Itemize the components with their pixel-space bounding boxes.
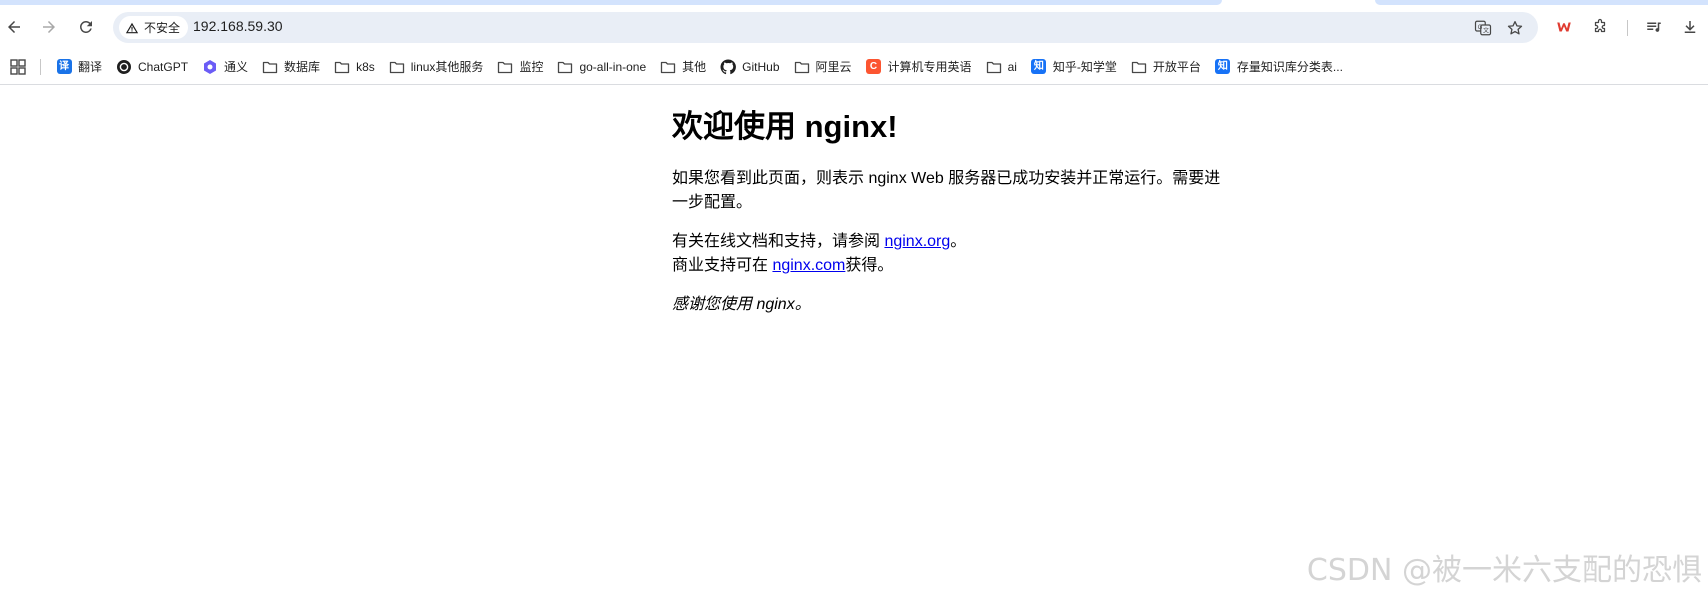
bookmark-label: 翻译 (78, 60, 103, 74)
bookmark-item[interactable]: 阿里云 (787, 53, 859, 81)
bookmark-label: 存量知识库分类表... (1236, 60, 1343, 74)
media-list-icon (1647, 22, 1661, 32)
bookmark-item[interactable]: 知知乎-知学堂 (1024, 53, 1124, 81)
tongyi-favicon (202, 59, 218, 75)
support-paragraph: 有关在线文档和支持，请参阅 nginx.org。商业支持可在 nginx.com… (672, 230, 1232, 278)
bookmark-label: 通义 (224, 60, 249, 74)
bookmark-label: ChatGPT (138, 59, 189, 74)
download-icon (1684, 21, 1696, 33)
bookmark-label: ai (1007, 59, 1017, 74)
arrow-left-icon (8, 21, 20, 33)
folder-icon (794, 59, 810, 75)
svg-text:文: 文 (1483, 27, 1489, 35)
arrow-right-icon (43, 21, 55, 33)
bookmark-item[interactable]: C 计算机专用英语 (859, 53, 979, 81)
folder-icon (557, 59, 573, 75)
folder-icon (660, 59, 676, 75)
security-chip[interactable]: 不安全 (119, 16, 189, 39)
bookmark-item[interactable]: 数据库 (255, 53, 327, 81)
commercial-text: 商业支持可在 (672, 257, 773, 275)
bookmark-label: 监控 (519, 60, 544, 74)
reading-list-button[interactable] (1641, 14, 1667, 40)
star-icon (1507, 20, 1523, 35)
translate-favicon: 译 (56, 59, 72, 75)
translate-page-button[interactable]: G文 (1472, 17, 1494, 39)
bookmark-label: 其他 (682, 60, 707, 74)
folder-icon (986, 59, 1002, 75)
bookmark-item[interactable]: 译翻译 (49, 53, 109, 81)
bookmark-label: GitHub (742, 59, 780, 74)
intro-paragraph: 如果您看到此页面，则表示 nginx Web 服务器已成功安装并正常运行。需要进… (672, 170, 1221, 212)
bookmark-item[interactable]: 监控 (490, 53, 550, 81)
reload-button[interactable] (72, 13, 100, 41)
warning-icon (125, 22, 139, 33)
bookmark-item[interactable]: k8s (327, 53, 382, 81)
folder-icon (334, 59, 350, 75)
bookmark-item[interactable]: 知存量知识库分类表... (1208, 53, 1350, 81)
apps-button[interactable] (8, 57, 28, 77)
svg-text:G: G (1478, 25, 1483, 31)
docs-suffix: 。 (950, 233, 967, 251)
bookmarks-divider (40, 58, 41, 75)
translate-icon: G文 (1474, 20, 1492, 36)
thanks-text: 感谢您使用 nginx。 (672, 296, 811, 314)
bookmark-label: 知乎-知学堂 (1052, 60, 1117, 74)
chatgpt-favicon (116, 59, 132, 75)
csdn-favicon: C (866, 59, 882, 75)
bookmark-star-button[interactable] (1504, 17, 1526, 39)
wps-extension-button[interactable] (1551, 14, 1577, 40)
folder-icon (1131, 59, 1147, 75)
address-bar[interactable]: 不安全 192.168.59.30 G文 (113, 12, 1538, 43)
watermark: CSDN @被一米六支配的恐惧 (1306, 553, 1702, 588)
github-favicon (720, 58, 737, 75)
forward-button[interactable] (35, 13, 63, 41)
back-button[interactable] (0, 13, 28, 41)
bookmark-label: linux其他服务 (410, 60, 484, 74)
reload-icon (79, 20, 92, 33)
bookmark-label: 阿里云 (815, 60, 852, 74)
nginx-welcome-content: 欢迎使用 nginx! 如果您看到此页面，则表示 nginx Web 服务器已成… (672, 108, 1232, 332)
page-title: 欢迎使用 nginx! (672, 109, 898, 144)
bookmark-label: 计算机专用英语 (887, 60, 972, 74)
browser-toolbar: 不安全 192.168.59.30 G文 (0, 5, 1708, 49)
bookmark-item[interactable]: go-all-in-one (550, 53, 653, 81)
downloads-button[interactable] (1677, 14, 1703, 40)
nginx-com-link[interactable]: nginx.com (772, 257, 845, 274)
docs-text: 有关在线文档和支持，请参阅 (672, 233, 885, 251)
bookmark-item[interactable]: ChatGPT (109, 53, 195, 81)
folder-icon (497, 59, 513, 75)
folder-icon (262, 59, 278, 75)
security-label: 不安全 (144, 21, 181, 35)
bookmark-label: k8s (356, 59, 375, 74)
bookmark-item[interactable]: GitHub (713, 53, 786, 81)
wps-icon (1557, 22, 1571, 32)
extensions-button[interactable] (1587, 14, 1613, 40)
bookmark-label: 开放平台 (1152, 60, 1201, 74)
puzzle-icon (1594, 18, 1606, 33)
zhihu-favicon: 知 (1215, 59, 1231, 75)
bookmark-label: go-all-in-one (579, 59, 647, 74)
url-text[interactable]: 192.168.59.30 (193, 18, 283, 34)
bookmark-item[interactable]: 开放平台 (1124, 53, 1208, 81)
bookmark-label: 数据库 (284, 60, 321, 74)
bookmarks-bar: 译翻译 ChatGPT 通义 数据库 k8s linux其他服务 监控 go-all-in-o… (0, 49, 1708, 85)
commercial-suffix: 获得。 (845, 257, 894, 275)
bookmark-item[interactable]: 其他 (653, 53, 713, 81)
apps-grid-icon (10, 58, 26, 75)
nginx-org-link[interactable]: nginx.org (884, 233, 950, 250)
toolbar-divider (1627, 20, 1628, 36)
zhihu-favicon: 知 (1031, 59, 1047, 75)
folder-icon (389, 59, 405, 75)
bookmark-item[interactable]: linux其他服务 (382, 53, 491, 81)
bookmark-item[interactable]: ai (979, 53, 1024, 81)
bookmark-item[interactable]: 通义 (195, 53, 255, 81)
